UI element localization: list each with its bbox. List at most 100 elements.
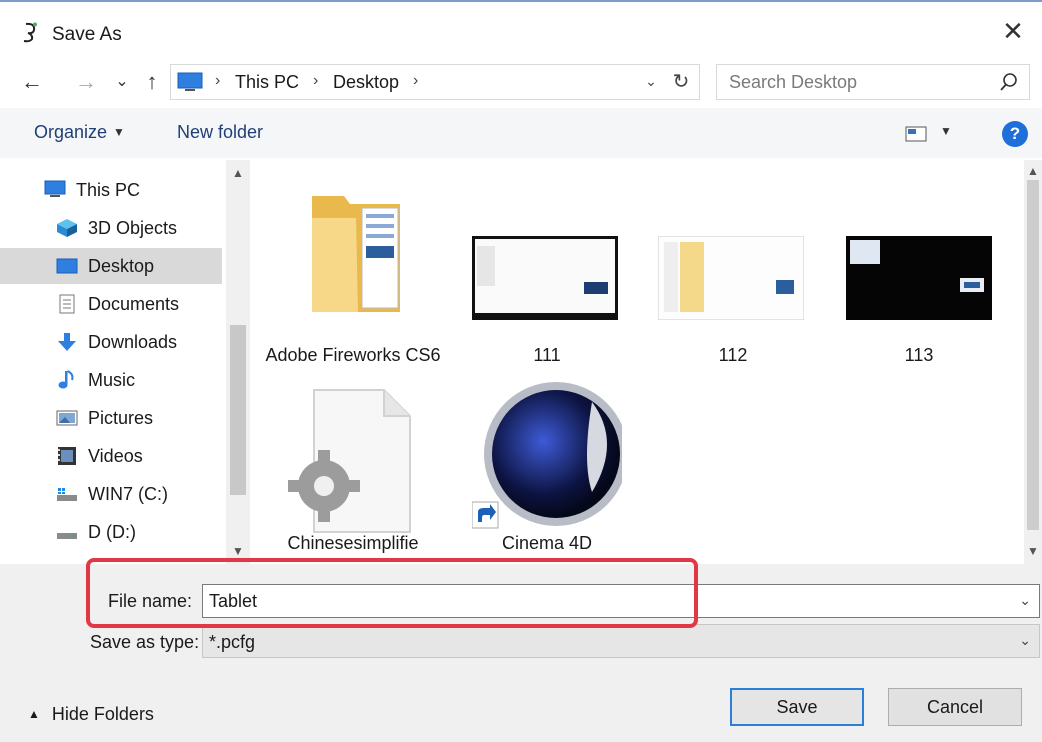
sidebar-item-desktop[interactable]: Desktop <box>0 248 222 284</box>
file-name: Cinema 4D <box>501 533 593 553</box>
file-name: 111 <box>533 345 561 365</box>
file-name-label: File name: <box>108 591 193 611</box>
computer-icon <box>177 72 203 91</box>
scroll-up-icon[interactable]: ▲ <box>1024 164 1042 178</box>
pictures-icon <box>56 410 78 426</box>
sidebar-item-downloads[interactable]: Downloads <box>0 324 222 360</box>
breadcrumb-separator: › <box>215 72 221 89</box>
scroll-down-icon[interactable]: ▼ <box>1024 544 1042 558</box>
sidebar-item-label: D (D:) <box>88 522 136 542</box>
breadcrumb-desktop[interactable]: Desktop <box>333 72 399 93</box>
sidebar-item-label: Desktop <box>88 256 155 276</box>
sidebar-item-3d-objects[interactable]: 3D Objects <box>0 210 222 246</box>
sidebar-item-label: 3D Objects <box>88 218 178 238</box>
caret-down-icon: ▼ <box>113 125 125 139</box>
sidebar-item-pictures[interactable]: Pictures <box>0 400 222 436</box>
folder-icon <box>312 196 400 312</box>
file-name: Adobe Fireworks CS6 <box>265 345 441 365</box>
save-button[interactable]: Save <box>730 688 864 726</box>
scrollbar-thumb[interactable] <box>230 325 246 495</box>
caret-down-icon[interactable]: ▼ <box>940 124 952 138</box>
chevron-down-icon[interactable]: ⌄ <box>641 73 661 93</box>
file-name-input[interactable] <box>203 585 1003 617</box>
hide-folders-button[interactable]: ▲ Hide Folders <box>28 704 154 725</box>
cancel-button[interactable]: Cancel <box>888 688 1022 726</box>
save-as-dialog: Save As ✕ ← → ⌄ ↑ › This PC › Desktop › … <box>0 0 1042 742</box>
address-bar[interactable]: › This PC › Desktop › ⌄ ↻ <box>170 64 700 100</box>
refresh-icon[interactable]: ↻ <box>669 69 693 95</box>
sidebar-item-label: This PC <box>76 180 141 200</box>
sidebar-item-drive-d[interactable]: D (D:) <box>0 514 222 550</box>
scroll-up-icon[interactable]: ▲ <box>226 166 250 180</box>
sidebar-item-label: Videos <box>88 446 143 466</box>
title-bar: Save As ✕ <box>0 4 1042 56</box>
settings-file-icon <box>288 389 411 533</box>
file-item-image[interactable]: 112 <box>638 178 828 365</box>
videos-icon <box>58 447 76 465</box>
screenshot-thumbnail <box>472 236 618 320</box>
sidebar-item-label: WIN7 (C:) <box>88 484 168 504</box>
file-name: 113 <box>904 345 934 365</box>
computer-icon <box>44 180 66 197</box>
sidebar-item-win7-c[interactable]: WIN7 (C:) <box>0 476 222 512</box>
file-item-document[interactable]: Chinesesimplifie <box>258 382 448 562</box>
sidebar-item-music[interactable]: Music <box>0 362 222 398</box>
caret-up-icon: ▲ <box>28 707 40 721</box>
organize-label: Organize <box>34 122 108 142</box>
command-toolbar: Organize ▼ New folder ▼ ? <box>0 108 1042 158</box>
sidebar-item-label: Documents <box>88 294 180 314</box>
breadcrumb-separator: › <box>313 72 319 89</box>
breadcrumb-separator: › <box>413 72 419 89</box>
search-input[interactable] <box>717 65 987 99</box>
documents-icon <box>59 294 75 314</box>
save-as-type-select[interactable]: *.pcfg ⌄ <box>202 624 1040 658</box>
close-icon[interactable]: ✕ <box>1000 18 1026 44</box>
drive-d-icon <box>57 533 77 539</box>
3d-objects-icon <box>57 219 77 237</box>
sidebar-item-label: Downloads <box>88 332 178 352</box>
sidebar-item-label: Pictures <box>88 408 154 428</box>
sidebar-item-label: Music <box>88 370 136 390</box>
cinema-4d-icon <box>472 382 622 529</box>
search-box[interactable] <box>716 64 1030 100</box>
file-item-shortcut[interactable]: Cinema 4D <box>452 382 642 562</box>
organize-button[interactable]: Organize ▼ <box>34 122 125 143</box>
back-button[interactable]: ← <box>20 68 44 96</box>
hide-folders-label: Hide Folders <box>51 704 154 724</box>
scrollbar-thumb[interactable] <box>1027 180 1039 530</box>
new-folder-button[interactable]: New folder <box>177 122 263 143</box>
desktop-icon <box>56 258 78 274</box>
file-name-field[interactable]: ⌄ <box>202 584 1040 618</box>
up-button[interactable]: ↑ <box>140 68 164 96</box>
navigation-scrollbar[interactable]: ▲ ▼ <box>226 160 250 564</box>
sidebar-item-videos[interactable]: Videos <box>0 438 222 474</box>
file-item-image[interactable]: 113 <box>824 178 1014 365</box>
address-row: ← → ⌄ ↑ › This PC › Desktop › ⌄ ↻ <box>0 56 1042 108</box>
scroll-down-icon[interactable]: ▼ <box>226 544 250 558</box>
chevron-down-icon[interactable]: ⌄ <box>1019 632 1031 649</box>
forward-button[interactable]: → <box>74 68 98 96</box>
downloads-icon <box>58 333 76 351</box>
screenshot-thumbnail <box>658 236 804 320</box>
music-icon <box>58 370 74 389</box>
file-item-folder[interactable]: Adobe Fireworks CS6 <box>258 178 448 378</box>
file-name: Chinesesimplifie <box>287 533 419 553</box>
file-name: 112 <box>718 345 748 365</box>
chevron-down-icon[interactable]: ⌄ <box>1019 592 1031 609</box>
dialog-title: Save As <box>52 24 122 45</box>
file-item-image[interactable]: 111 <box>452 178 642 365</box>
drive-c-icon <box>57 488 77 501</box>
help-icon[interactable]: ? <box>1002 121 1028 147</box>
breadcrumb-this-pc[interactable]: This PC <box>235 72 299 93</box>
save-as-type-label: Save as type: <box>90 632 200 652</box>
file-list-scrollbar[interactable]: ▲ ▼ <box>1024 160 1042 564</box>
search-icon[interactable] <box>999 72 1019 92</box>
screenshot-thumbnail <box>846 236 992 320</box>
sidebar-item-this-pc[interactable]: This PC <box>0 172 222 208</box>
save-as-type-value: *.pcfg <box>209 632 256 652</box>
view-options-icon[interactable] <box>905 126 927 142</box>
app-icon <box>23 22 37 43</box>
sidebar-item-documents[interactable]: Documents <box>0 286 222 322</box>
navigation-pane: This PC 3D Objects Desktop Documents Dow… <box>0 160 250 564</box>
recent-locations-button[interactable]: ⌄ <box>110 68 134 96</box>
